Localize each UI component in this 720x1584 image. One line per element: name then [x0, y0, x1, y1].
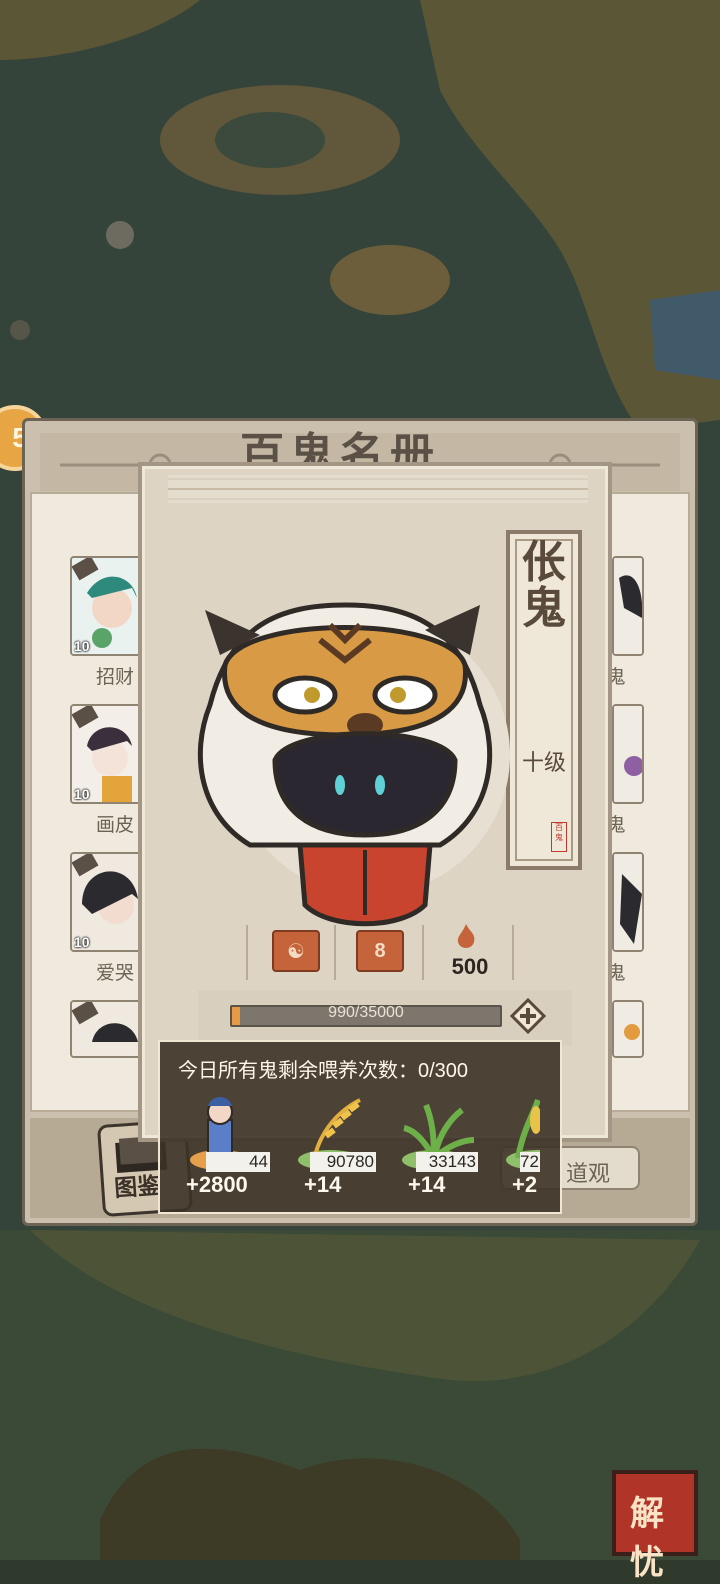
stat-value: 8	[374, 939, 386, 962]
ghost-card[interactable]	[612, 852, 644, 952]
jieyou-label: 解忧	[630, 1494, 664, 1583]
tiger-ghost-portrait	[197, 602, 510, 927]
ghost-card[interactable]	[612, 556, 644, 656]
ghost-card[interactable]	[612, 704, 644, 804]
exp-text: 990/35000	[328, 1004, 404, 1021]
feed-item-qty: 44	[206, 1152, 270, 1172]
add-exp-button[interactable]	[510, 998, 546, 1034]
feed-item-bonus: +2	[512, 1172, 538, 1197]
ghost-name: 伥鬼	[522, 537, 566, 634]
ghost-portrait-icon	[72, 1002, 140, 1056]
card-level: 10	[74, 934, 90, 950]
ghost-portrait-icon	[614, 854, 642, 950]
scroll-top-pattern	[168, 475, 588, 503]
feed-popup-title: 今日所有鬼剩余喂养次数：0/300	[178, 1060, 469, 1082]
ghost-portrait-icon	[614, 558, 642, 654]
ghost-card[interactable]	[70, 1000, 142, 1058]
jieyou-button[interactable]: 解忧	[612, 1470, 698, 1583]
stat-separator	[422, 925, 424, 980]
feed-item-qty: 33143	[416, 1152, 478, 1172]
card-level: 10	[74, 638, 90, 654]
ghost-card[interactable]: 10	[70, 852, 142, 952]
ghost-level: 十级	[522, 751, 567, 776]
ghost-portrait-icon	[614, 706, 642, 802]
ghost-card[interactable]: 10	[70, 704, 142, 804]
ghost-card[interactable]: 10	[70, 556, 142, 656]
tujian-label: 图鉴	[113, 1172, 162, 1203]
yinyang-stat-icon[interactable]: ☯	[272, 930, 320, 972]
ghost-seal-stamp: 百鬼	[551, 822, 567, 852]
octagon-stat-icon[interactable]: 8	[356, 930, 404, 972]
flame-icon	[457, 924, 475, 948]
feed-item-qty: 90780	[310, 1152, 376, 1172]
feed-item-bonus: +14	[408, 1172, 446, 1197]
daoguan-label: 道观	[565, 1161, 610, 1186]
stat-separator	[246, 925, 248, 980]
feed-item-bonus: +2800	[186, 1172, 248, 1197]
ghost-portrait-icon	[614, 1002, 642, 1056]
feed-value: 500	[451, 954, 489, 979]
stat-separator	[334, 925, 336, 980]
card-level: 10	[74, 786, 90, 802]
feed-item-qty: 72	[520, 1152, 540, 1172]
ghost-card[interactable]	[612, 1000, 644, 1058]
stat-separator	[512, 925, 514, 980]
feed-item-bonus: +14	[304, 1172, 342, 1197]
